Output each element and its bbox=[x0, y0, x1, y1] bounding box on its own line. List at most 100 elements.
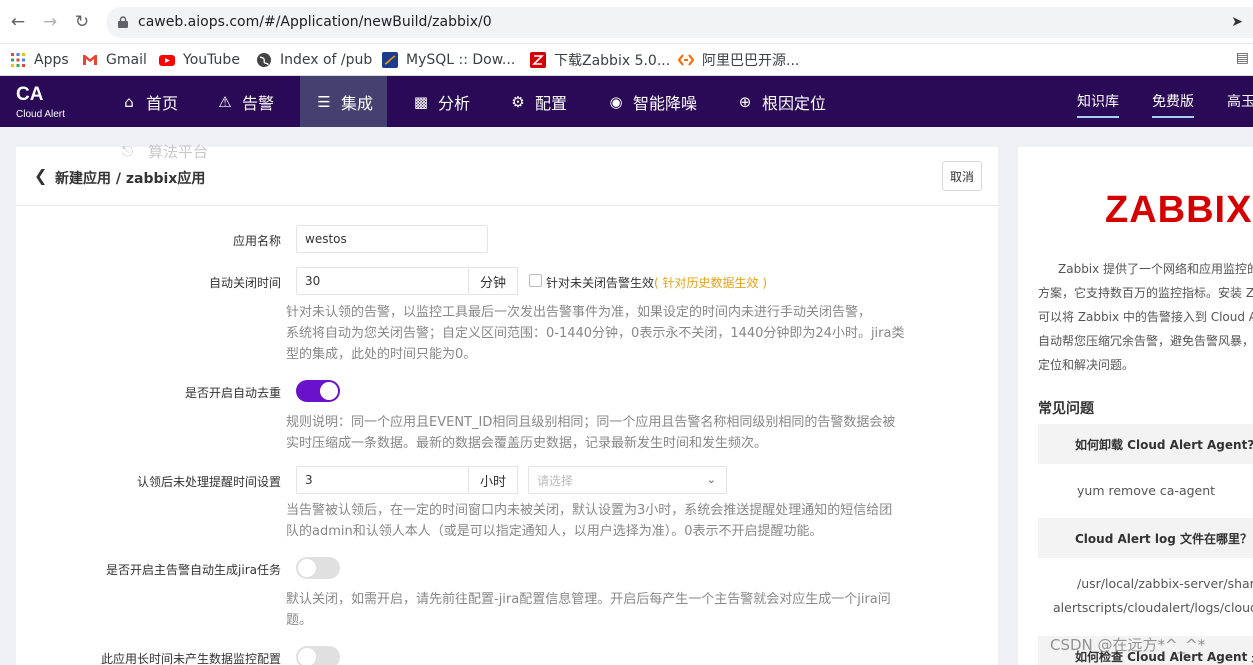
globe-icon bbox=[257, 53, 271, 67]
nav-label: 集成 bbox=[341, 93, 374, 113]
noise-icon: ◉ bbox=[609, 92, 623, 111]
bookmark-label: 阿里巴巴开源... bbox=[702, 53, 800, 69]
nav-alarm[interactable]: ⚠ 告警 bbox=[216, 76, 274, 127]
send-icon[interactable]: ➤ bbox=[1231, 14, 1243, 30]
zabbix-description: Zabbix 提供了一个网络和应用监控的 方案，它支持数百万的监控指标。安装 Z… bbox=[1038, 257, 1253, 377]
algo-icon: ⎋ bbox=[122, 143, 134, 160]
app-header: CA Cloud Alert ⌂ 首页 ⚠ 告警 ☰ 集成 ▩ 分析 ⚙ 配置 … bbox=[0, 76, 1253, 127]
auto-close-label: 自动关闭时间 bbox=[208, 276, 281, 290]
home-icon: ⌂ bbox=[124, 92, 134, 111]
page-title: 新建应用 / zabbix应用 bbox=[55, 171, 206, 187]
bookmark-label: MySQL :: Dow... bbox=[406, 52, 516, 68]
back-arrow-icon[interactable]: ← bbox=[7, 11, 29, 33]
target-icon: ⊕ bbox=[738, 92, 752, 111]
bookmark-label: 下载Zabbix 5.0... bbox=[554, 53, 671, 69]
zabbix-bookmark-icon bbox=[530, 52, 546, 68]
nav-label: 首页 bbox=[146, 93, 179, 113]
nav-analysis[interactable]: ▩ 分析 bbox=[412, 76, 470, 127]
checkbox-hint: ( 针对历史数据生效 ) bbox=[654, 276, 768, 290]
nav-label: 智能降噪 bbox=[633, 93, 698, 113]
help-line: 实时压缩成一条数据。最新的数据会覆盖历史数据，记录最新发生时间和发生频次。 bbox=[286, 436, 768, 451]
bookmark-alibaba[interactable]: 阿里巴巴开源... bbox=[678, 50, 799, 70]
select-placeholder: 请选择 bbox=[537, 473, 574, 488]
watermark: CSDN @在远方*^_^* bbox=[1050, 636, 1206, 654]
help-line: 题。 bbox=[286, 613, 313, 628]
url-text: caweb.aiops.com/#/Application/newBuild/z… bbox=[138, 14, 492, 30]
nav-label: 分析 bbox=[438, 93, 471, 113]
form-card: ❮ 新建应用 / zabbix应用 取消 应用名称 westos 自动关闭时间 … bbox=[16, 147, 998, 665]
app-name-label: 应用名称 bbox=[232, 234, 281, 248]
remind-unit: 小时 bbox=[469, 466, 518, 494]
bookmark-youtube[interactable]: YouTube bbox=[159, 50, 240, 70]
logo[interactable]: CA bbox=[16, 84, 43, 106]
checkbox-label-text: 针对未关闭告警生效 bbox=[546, 276, 655, 290]
alarm-icon: ⚠ bbox=[218, 92, 232, 111]
auto-close-input[interactable]: 30 bbox=[296, 267, 469, 295]
nodata-toggle[interactable] bbox=[296, 646, 340, 665]
apps-grid-icon bbox=[11, 53, 25, 67]
user-name[interactable]: 高玉 bbox=[1227, 91, 1253, 116]
chevron-left-icon[interactable]: ❮ bbox=[34, 166, 47, 185]
help-line: 当告警被认领后，在一定的时间窗口内未被关闭，默认设置为3小时，系统会推送提醒处理… bbox=[286, 503, 893, 518]
remind-input[interactable]: 3 bbox=[296, 466, 469, 494]
bookmarks-bar: Apps Gmail YouTube Index of /pub MySQL :… bbox=[0, 44, 1253, 76]
bookmark-gmail[interactable]: Gmail bbox=[82, 50, 147, 70]
jira-toggle[interactable] bbox=[296, 557, 340, 579]
dedupe-toggle[interactable] bbox=[296, 380, 340, 402]
toggle-knob bbox=[298, 559, 316, 577]
dedupe-help: 规则说明：同一个应用且EVENT_ID相同且级别相同；同一个应用且告警名称相同级… bbox=[286, 412, 966, 454]
help-line: 型的集成，此处的时间只能为0。 bbox=[286, 347, 477, 362]
logo-subtitle: Cloud Alert bbox=[16, 109, 65, 120]
nodata-label: 此应用长时间未产生数据监控配置 bbox=[100, 652, 281, 665]
desc-line: 自动帮您压缩冗余告警，避免告警风暴， bbox=[1038, 334, 1253, 348]
desc-line: 可以将 Zabbix 中的告警接入到 Cloud Ale bbox=[1038, 310, 1253, 324]
bookmark-label: YouTube bbox=[183, 52, 240, 68]
nav-noise-reduction[interactable]: ◉ 智能降噪 bbox=[607, 76, 697, 127]
faq-answer: alertscripts/cloudalert/logs/cloudale bbox=[1053, 600, 1253, 615]
nav-home[interactable]: ⌂ 首页 bbox=[120, 76, 178, 127]
faq-answer: /usr/local/zabbix-server/share/z bbox=[1077, 576, 1253, 591]
toggle-knob bbox=[320, 382, 338, 400]
algo-label: 算法平台 bbox=[148, 143, 209, 161]
faq-question[interactable]: 如何卸载 Cloud Alert Agent? bbox=[1038, 424, 1253, 464]
toggle-knob bbox=[298, 648, 316, 665]
app-name-input[interactable]: westos bbox=[296, 225, 488, 253]
chart-icon: ▩ bbox=[413, 92, 429, 111]
nav-root-cause[interactable]: ⊕ 根因定位 bbox=[736, 76, 826, 127]
algo-platform-menu-item[interactable]: ⎋ 算法平台 bbox=[122, 141, 208, 162]
notify-user-select[interactable]: 请选择 ⌄ bbox=[528, 466, 727, 494]
dedupe-label: 是否开启自动去重 bbox=[184, 386, 281, 400]
desc-line: 定位和解决问题。 bbox=[1038, 358, 1135, 372]
faq-question[interactable]: Cloud Alert log 文件在哪里？ bbox=[1038, 518, 1253, 558]
desc-line: 方案，它支持数百万的监控指标。安装 Z bbox=[1038, 286, 1253, 300]
zabbix-logo: ZABBIX bbox=[1105, 189, 1253, 231]
youtube-icon bbox=[159, 55, 175, 66]
bookmark-index-pub[interactable]: Index of /pub bbox=[256, 50, 372, 70]
bookmark-mysql[interactable]: MySQL :: Dow... bbox=[382, 50, 515, 70]
unclosed-alert-checkbox[interactable] bbox=[529, 274, 542, 287]
cancel-button[interactable]: 取消 bbox=[942, 161, 982, 191]
side-panel: ZABBIX Zabbix 提供了一个网络和应用监控的 方案，它支持数百万的监控… bbox=[1018, 147, 1253, 665]
auto-close-unit: 分钟 bbox=[469, 267, 518, 295]
gear-icon: ⚙ bbox=[511, 92, 525, 111]
layers-icon: ☰ bbox=[317, 92, 331, 111]
nav-integration[interactable]: ☰ 集成 bbox=[300, 76, 387, 127]
reading-list-icon[interactable]: ▤ bbox=[1236, 50, 1249, 66]
free-version-link[interactable]: 免费版 bbox=[1152, 91, 1194, 118]
knowledge-base-link[interactable]: 知识库 bbox=[1077, 91, 1119, 118]
bookmark-label: Gmail bbox=[106, 52, 147, 68]
desc-line: Zabbix 提供了一个网络和应用监控的 bbox=[1058, 262, 1253, 276]
alibaba-icon bbox=[678, 54, 694, 66]
bookmark-zabbix[interactable]: 下载Zabbix 5.0... bbox=[530, 50, 670, 70]
nav-label: 配置 bbox=[535, 93, 568, 113]
nav-label: 告警 bbox=[242, 93, 275, 113]
address-bar[interactable]: caweb.aiops.com/#/Application/newBuild/z… bbox=[106, 7, 1253, 38]
lock-icon bbox=[118, 16, 128, 28]
reload-icon[interactable]: ↻ bbox=[71, 11, 93, 33]
help-line: 针对未认领的告警，以监控工具最后一次发出告警事件为准，如果设定的时间内未进行手动… bbox=[286, 305, 872, 320]
nav-config[interactable]: ⚙ 配置 bbox=[509, 76, 567, 127]
help-line: 规则说明：同一个应用且EVENT_ID相同且级别相同；同一个应用且告警名称相同级… bbox=[286, 415, 896, 430]
help-line: 队的admin和认领人本人（或是可以指定通知人，以用户选择为准）。0表示不开启提… bbox=[286, 524, 823, 539]
bookmark-apps[interactable]: Apps bbox=[10, 50, 69, 70]
forward-arrow-icon[interactable]: → bbox=[39, 11, 61, 33]
